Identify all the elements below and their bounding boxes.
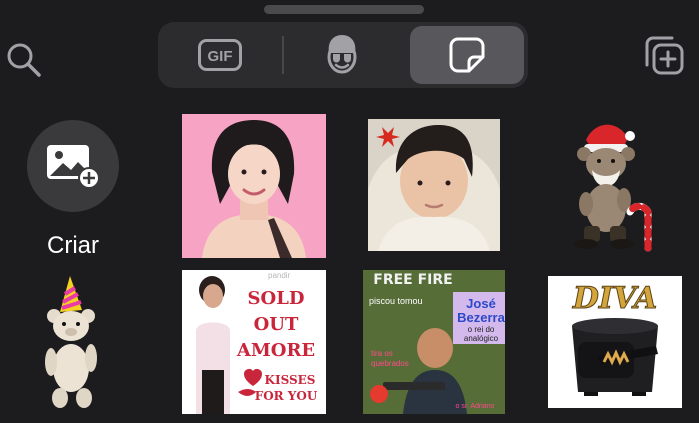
tab-stickers[interactable] [410,26,524,84]
sticker-icon [449,37,485,73]
sold-text: SOLD [248,288,305,309]
meme-name-2: Bezerra [457,310,505,325]
hooded-boy-image [368,119,500,251]
meme-bottom-caption-1: tira os [371,349,393,358]
sticker-hooded-boy[interactable] [368,119,500,251]
create-sticker-button[interactable] [27,120,119,212]
sticker-diva-air-fryer[interactable]: DIVA [548,276,682,408]
create-label: Criar [47,232,99,259]
free-fire-title: FREE FIRE [373,272,452,288]
meme-sub-1: o rei do [468,325,495,334]
for-you-text: FOR YOU [255,389,318,403]
portrait-image [182,114,326,258]
gif-label: GIF [208,48,233,65]
search-button[interactable] [4,40,42,78]
sticker-bear-party-hat[interactable] [38,274,110,410]
watermark-text: pandir [268,271,291,280]
add-image-icon [47,145,100,189]
meme-bottom-caption-2: quebrados [371,359,409,368]
sticker-teddy-santa[interactable] [566,118,662,254]
add-stack-icon [645,36,684,75]
search-icon [7,43,41,77]
meme-name-1: José [466,296,496,311]
tab-gif[interactable]: GIF [164,26,276,84]
sticker-sold-out-amore[interactable]: pandir SOLD OUT AMORE KISSES FOR YOU [182,270,326,414]
diva-text: DIVA [572,281,657,316]
kisses-text: KISSES [265,373,316,387]
bear-party-image [45,276,97,408]
sticker-pink-portrait[interactable] [182,114,326,258]
gif-icon: GIF [198,39,242,71]
free-fire-image: FREE FIRE piscou tomou José Bezerra o re… [363,270,505,414]
drag-handle[interactable] [264,5,424,14]
out-text: OUT [254,314,299,335]
meme-sub-2: analógico [464,334,499,343]
sticker-free-fire-meme[interactable]: FREE FIRE piscou tomou José Bezerra o re… [363,270,505,414]
new-sticker-pack-button[interactable] [640,32,686,78]
teddy-santa-image [574,124,652,252]
diva-image: DIVA [548,276,682,408]
sold-out-image: pandir SOLD OUT AMORE KISSES FOR YOU [182,270,326,414]
meme-footer: o sr. Adriano [456,403,495,410]
tab-divider [282,36,284,74]
sticker-type-switch: GIF [158,22,528,88]
avatar-icon [327,35,357,74]
amore-text: AMORE [236,340,315,361]
tab-avatar[interactable] [286,26,398,84]
meme-top-caption: piscou tomou [369,296,423,306]
